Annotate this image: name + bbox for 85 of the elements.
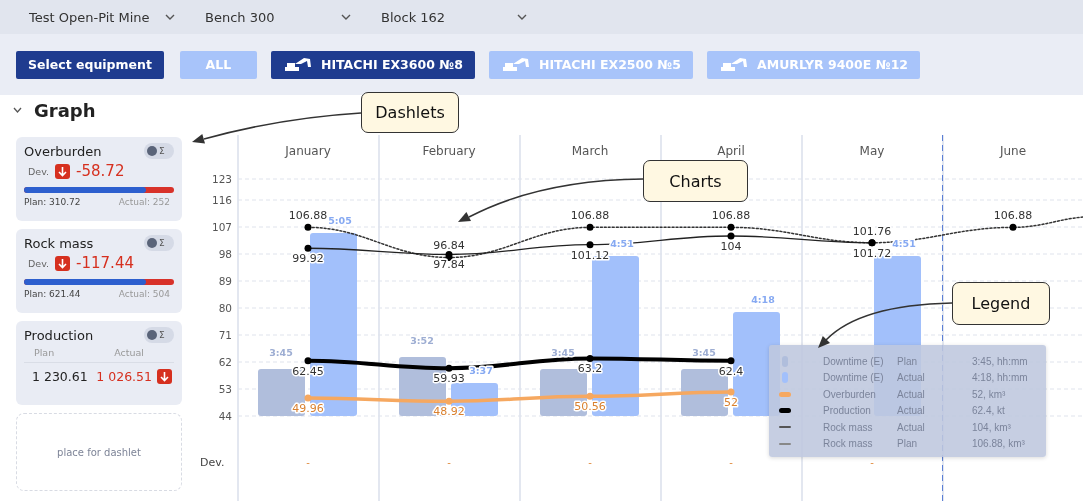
deviation-value: -	[870, 457, 874, 468]
callout-label: Charts	[643, 160, 748, 202]
plan-value: Plan: 310.72	[24, 197, 81, 207]
data-label: 106.88	[570, 209, 610, 223]
actual-value: Actual: 504	[118, 289, 170, 299]
data-label: 52	[724, 396, 738, 409]
bar-value-label: 3:52	[410, 334, 434, 346]
deviation-label: Dev.	[28, 165, 50, 177]
legend-series-name: Rock mass	[823, 438, 874, 450]
data-label: 106.88	[288, 209, 328, 223]
row-label: Dev.	[200, 456, 225, 469]
data-label: 101.76	[852, 224, 892, 238]
legend-series-type: Plan	[897, 355, 918, 367]
axis-label: 80	[218, 302, 232, 314]
legend-value: 62.4, kt	[972, 405, 1006, 417]
legend-series-type: Plan	[897, 438, 918, 450]
month-label: February	[422, 144, 476, 158]
bar-value-label: 3:45	[551, 346, 575, 358]
data-label: 62.45	[292, 364, 324, 378]
legend-value: 104, km³	[972, 421, 1012, 433]
legend-series-type: Actual	[897, 421, 926, 433]
data-label: 49.96	[292, 402, 324, 416]
data-label: 62.4	[718, 364, 744, 378]
deviation-value: -	[588, 457, 592, 468]
axis-label: 44	[218, 410, 232, 422]
axis-label: 98	[218, 248, 232, 260]
data-label: 106.88	[993, 209, 1033, 223]
section-title: Graph	[34, 99, 96, 121]
axis-label: 53	[218, 383, 232, 395]
bar-value-label: 5:05	[328, 215, 352, 226]
month-label: May	[859, 144, 885, 158]
legend-value: 106.88, km³	[972, 438, 1026, 450]
plan-value: 1 230.61	[32, 369, 88, 384]
legend-series-name: Downtime (E)	[823, 372, 885, 384]
legend-value: 3:45, hh:mm	[972, 355, 1029, 367]
axis-label: 107	[211, 221, 232, 233]
axis-label: 71	[218, 329, 232, 341]
legend-value: 52, km³	[972, 388, 1007, 400]
drop-zone-hint: place for dashlet	[57, 446, 141, 458]
month-label: April	[717, 144, 745, 158]
callout-label: Dashlets	[361, 92, 459, 133]
month-label: June	[999, 144, 1027, 158]
axis-label: 116	[211, 194, 232, 206]
legend-series-type: Actual	[897, 372, 926, 384]
data-label: 48.92	[433, 405, 465, 419]
deviation-label: Dev.	[28, 257, 50, 269]
data-label: 59.93	[433, 372, 465, 386]
axis-label: 62	[218, 356, 232, 368]
dashlet-title: Overburden	[24, 143, 102, 159]
data-label: 99.92	[292, 252, 324, 266]
deviation-value: -58.72	[76, 162, 125, 180]
deviation-value: -	[306, 457, 310, 468]
dashlet-title: Production	[24, 327, 94, 343]
actual-value: Actual: 252	[118, 197, 170, 207]
data-label: 96.84	[433, 239, 465, 253]
column-header: Actual	[114, 347, 144, 358]
month-label: March	[571, 144, 609, 158]
data-label: 63.2	[577, 362, 603, 376]
legend-series-name: Downtime (E)	[823, 355, 885, 367]
actual-value: 1 026.51	[96, 369, 152, 384]
legend-value: 4:18, hh:mm	[972, 372, 1029, 384]
dashlet-title: Rock mass	[24, 235, 94, 251]
plan-value: Plan: 621.44	[24, 289, 81, 299]
deviation-value: -	[447, 457, 451, 468]
legend-series-name: Rock mass	[823, 421, 874, 433]
data-label: 106.88	[711, 209, 751, 223]
data-label: 50.56	[574, 400, 606, 414]
month-label: January	[285, 144, 331, 158]
data-label: 104	[720, 240, 742, 253]
bar-value-label: 3:45	[269, 346, 293, 358]
axis-label: 89	[218, 275, 232, 287]
data-label: 101.72	[852, 246, 892, 260]
data-label: 101.12	[570, 248, 610, 262]
axis-label: 123	[211, 173, 232, 185]
legend-series-name: Production	[823, 405, 872, 417]
legend-series-name: Overburden	[823, 388, 877, 400]
bar-value-label: 3:45	[692, 346, 716, 358]
data-label: 97.84	[433, 258, 465, 272]
callout-label: Legend	[952, 282, 1050, 325]
column-header: Plan	[34, 347, 55, 358]
legend-series-type: Actual	[897, 388, 926, 400]
legend-series-type: Actual	[897, 405, 926, 417]
deviation-value: -	[729, 457, 733, 468]
bar-value-label: 4:18	[751, 293, 775, 305]
deviation-value: -117.44	[76, 254, 134, 272]
